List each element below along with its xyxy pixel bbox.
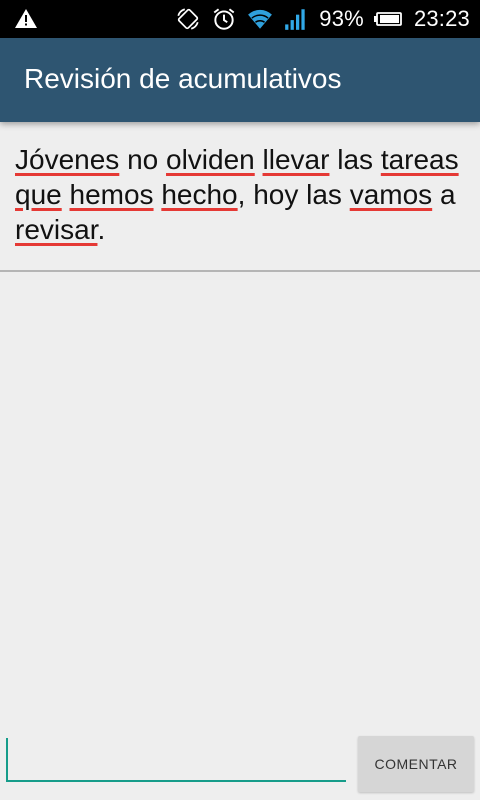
misspelled-word[interactable]: hemos	[70, 179, 154, 210]
message-word	[62, 179, 70, 210]
battery-percent: 93%	[319, 6, 364, 31]
misspelled-word[interactable]: vamos	[350, 179, 432, 210]
misspelled-word[interactable]: llevar	[263, 144, 330, 175]
page-title: Revisión de acumulativos	[24, 63, 342, 94]
clock: 23:23	[413, 6, 470, 31]
misspelled-word[interactable]: Jóvenes	[15, 144, 119, 175]
action-bar: Revisión de acumulativos	[0, 38, 480, 122]
alarm-icon	[213, 8, 235, 30]
screen-rotate-icon	[177, 8, 199, 30]
battery-icon	[373, 12, 402, 26]
message-word: ,	[237, 179, 254, 210]
misspelled-word[interactable]: revisar	[15, 214, 97, 245]
message-word: las	[337, 144, 374, 175]
comment-input[interactable]	[6, 738, 346, 782]
message-word: .	[97, 214, 106, 245]
message-word	[342, 179, 350, 210]
message-word	[432, 179, 440, 210]
signal-icon	[285, 9, 305, 30]
misspelled-word[interactable]: tareas	[381, 144, 459, 175]
message-word	[298, 179, 306, 210]
message-word: las	[306, 179, 342, 210]
message-word	[158, 144, 166, 175]
message-word: no	[127, 144, 159, 175]
comment-button[interactable]: COMENTAR	[358, 736, 474, 792]
warning-icon	[15, 9, 37, 28]
status-icons: 93% 23:23	[175, 0, 470, 38]
message-word: a	[439, 179, 456, 210]
message-word	[255, 144, 263, 175]
divider	[0, 270, 480, 272]
misspelled-word[interactable]: que	[15, 179, 62, 210]
misspelled-word[interactable]: olviden	[166, 144, 255, 175]
message-word: hoy	[253, 179, 299, 210]
wifi-icon	[248, 9, 273, 29]
status-bar: 93% 23:23	[0, 0, 480, 38]
message-text: Jóvenes no olviden llevar las tareas que…	[15, 142, 471, 247]
message-word	[119, 144, 127, 175]
misspelled-word[interactable]: hecho	[161, 179, 237, 210]
message-word	[373, 144, 381, 175]
